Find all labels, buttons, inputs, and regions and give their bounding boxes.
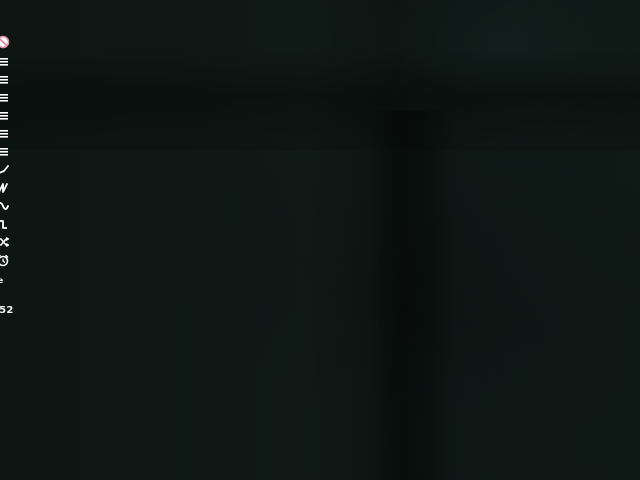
sine-button[interactable] [0,198,12,214]
ramp-icon [0,165,9,174]
left-toolbar [0,34,20,334]
shuffle-icon [0,237,10,247]
toolbar-label: ue [0,276,4,285]
list-button-2[interactable] [0,72,12,88]
list-icon [0,148,8,156]
list-icon [0,58,8,66]
list-icon [0,130,8,138]
saw-icon [0,183,8,193]
alarm-icon [0,254,9,267]
background-shadow-column [365,110,455,480]
background-shadow-top [0,50,640,150]
list-icon [0,76,8,84]
list-button-4[interactable] [0,108,12,124]
app-screen: ue 152 [0,0,640,480]
list-button-1[interactable] [0,54,12,70]
toolbar-value: 152 [0,305,14,316]
alarm-button[interactable] [0,252,12,268]
square-button[interactable] [0,216,12,232]
ramp-button[interactable] [0,162,12,178]
sine-icon [0,202,9,210]
list-button-5[interactable] [0,126,12,142]
square-wave-icon [0,220,7,229]
list-button-6[interactable] [0,144,12,160]
list-icon [0,112,8,120]
block-button[interactable] [0,34,12,50]
saw-button[interactable] [0,180,12,196]
list-icon [0,94,8,102]
block-icon [0,35,10,49]
list-button-3[interactable] [0,90,12,106]
shuffle-button[interactable] [0,234,12,250]
